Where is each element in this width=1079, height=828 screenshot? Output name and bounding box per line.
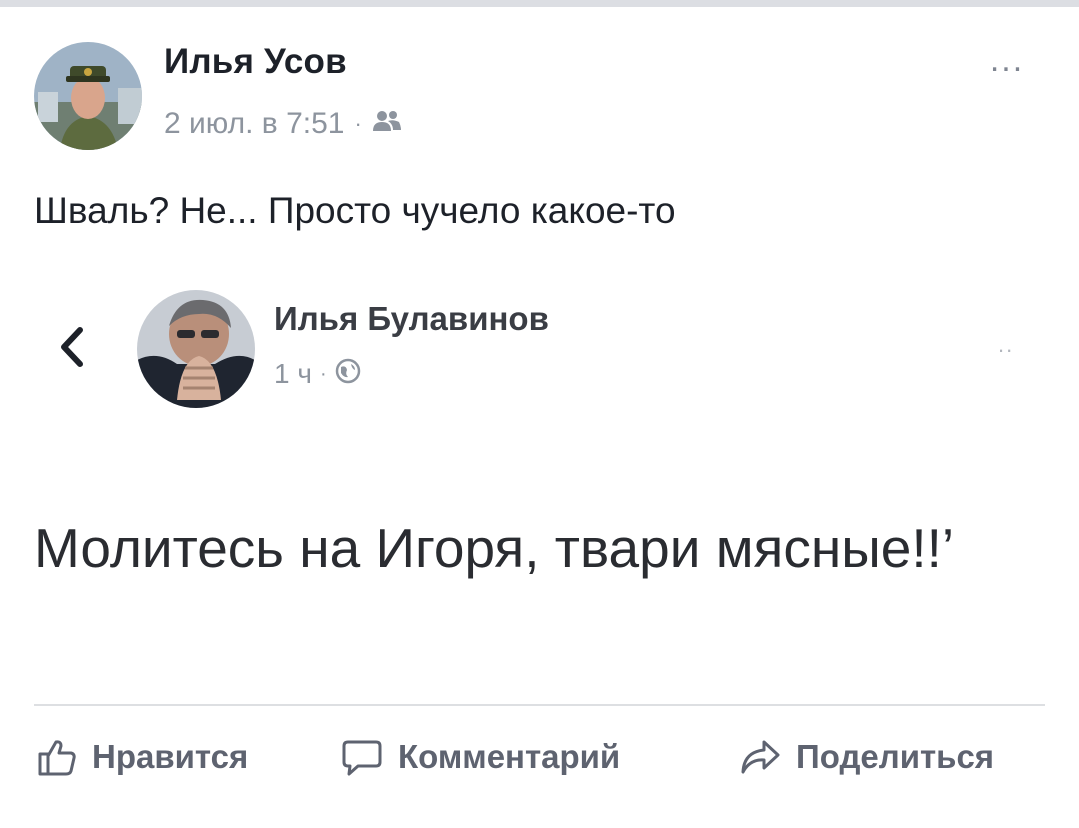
embedded-post-text: Молитесь на Игоря, твари мясные!!’	[34, 517, 955, 579]
post-date[interactable]: 2 июл. в 7:51	[164, 107, 344, 141]
top-strip	[0, 0, 1079, 7]
post-text: Шваль? Не... Просто чучело какое-то	[34, 190, 676, 231]
share-label: Поделиться	[796, 738, 995, 775]
post-meta: 2 июл. в 7:51 ·	[164, 104, 402, 144]
author-avatar[interactable]	[34, 42, 142, 150]
like-label: Нравится	[92, 738, 249, 775]
comment-icon	[342, 740, 382, 776]
avatar-image	[34, 42, 142, 150]
post-screenshot: Илья Усов 2 июл. в 7:51 · ... Шваль? Не.…	[0, 0, 1079, 828]
more-options-button[interactable]: ...	[982, 40, 1032, 80]
share-icon	[741, 740, 780, 774]
embedded-more-icon: ..	[998, 332, 1015, 357]
share-button[interactable]: Поделиться	[738, 722, 994, 792]
meta-separator: ·	[354, 111, 362, 136]
globe-icon	[335, 358, 361, 391]
embedded-avatar-image	[137, 290, 255, 408]
embedded-time: 1 ч	[274, 358, 312, 389]
author-name[interactable]: Илья Усов	[164, 42, 347, 82]
embedded-meta: 1 ч ·	[274, 356, 361, 392]
comment-label: Комментарий	[398, 738, 621, 775]
thumbs-up-icon	[38, 740, 76, 776]
embedded-author-avatar	[137, 290, 255, 408]
chevron-left-icon	[52, 322, 92, 372]
friends-icon[interactable]	[372, 107, 402, 141]
embedded-author-name: Илья Булавинов	[274, 300, 549, 337]
embedded-meta-separator: ·	[319, 362, 327, 385]
divider	[34, 704, 1045, 706]
comment-button[interactable]: Комментарий	[340, 722, 620, 792]
like-button[interactable]: Нравится	[36, 722, 248, 792]
action-bar: Нравится Комментарий Поделиться	[0, 722, 1079, 792]
